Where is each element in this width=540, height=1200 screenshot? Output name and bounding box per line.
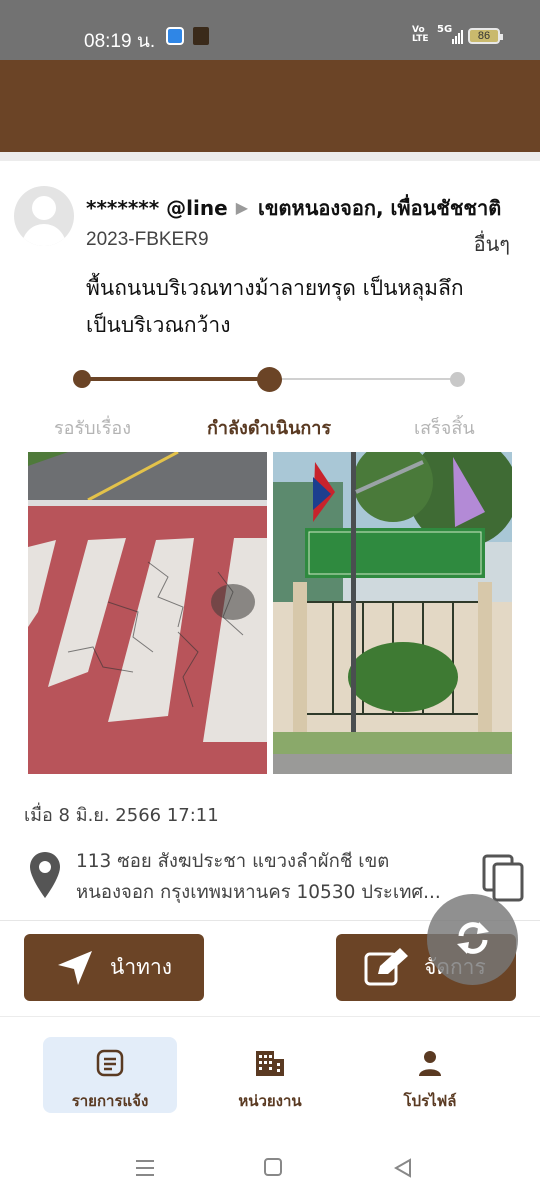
progress-line-done [82, 377, 269, 381]
step-dot-completed [450, 372, 465, 387]
app-notification-icon-2 [193, 27, 209, 45]
signal-bars-icon [452, 30, 464, 44]
app-header [0, 60, 540, 152]
description-line: พื้นถนนบริเวณทางม้าลายทรุด เป็นหลุมลึก [86, 276, 464, 300]
address-line: 113 ซอย สังฆประชา แขวงลำผักชี เขต [76, 851, 390, 872]
step-label-received: รอรับเรื่อง [54, 418, 131, 439]
tab-profile-label: โปรไฟล์ [403, 1092, 457, 1110]
building-icon [203, 1049, 337, 1079]
status-time: 08:19 น. [84, 31, 156, 52]
after-photo[interactable] [273, 452, 512, 774]
tab-profile[interactable]: โปรไฟล์ [363, 1037, 497, 1113]
step-label-completed: เสร็จสิ้น [414, 418, 475, 439]
tab-reports[interactable]: รายการแจ้ง [43, 1037, 177, 1113]
navigate-button-label: นำทาง [110, 955, 173, 979]
edit-icon [364, 947, 410, 988]
status-bar: 08:19 น. Vo LTE 5G 86 [0, 0, 540, 60]
step-dot-received [73, 370, 91, 388]
address-line: หนองจอก กรุงเทพมหานคร 10530 ประเทศ... [76, 882, 441, 903]
report-description: พื้นถนนบริเวณทางม้าลายทรุด เป็นหลุมลึก เ… [86, 270, 516, 344]
refresh-icon [453, 918, 493, 962]
home-icon[interactable] [264, 1158, 282, 1176]
back-icon[interactable] [393, 1158, 412, 1182]
navigate-button[interactable]: นำทาง [24, 934, 204, 1001]
report-location: เขตหนองจอก, เพื่อนชัชชาติ [258, 196, 502, 220]
progress-line-pending [269, 378, 457, 380]
navigation-arrow-icon [56, 949, 94, 987]
step-dot-in-progress [257, 367, 282, 392]
tab-agencies-label: หน่วยงาน [238, 1092, 302, 1110]
volte-label: Vo LTE [412, 25, 429, 44]
system-nav-bar [0, 1130, 540, 1200]
person-icon [363, 1049, 497, 1079]
signal-label: 5G [437, 24, 453, 35]
report-category: อื่นๆ [473, 232, 510, 256]
reporter-avatar [14, 186, 74, 246]
recent-apps-icon[interactable] [136, 1160, 154, 1181]
report-address: 113 ซอย สังฆประชา แขวงลำผักชี เขต หนองจอ… [76, 846, 466, 908]
app-notification-icon [166, 27, 184, 45]
reporter-line: ******* @line ▶ เขตหนองจอก, เพื่อนชัชชาติ [86, 192, 540, 224]
tab-agencies[interactable]: หน่วยงาน [203, 1037, 337, 1113]
tab-reports-label: รายการแจ้ง [71, 1092, 149, 1110]
report-date: เมื่อ 8 มิ.ย. 2566 17:11 [24, 805, 219, 826]
location-pin-icon [30, 852, 60, 902]
bottom-tab-bar: รายการแจ้ง หน่วยงาน โปรไฟล์ [0, 1017, 540, 1130]
ticket-id: 2023-FBKER9 [86, 229, 209, 250]
progress-stepper [0, 360, 540, 400]
refresh-fab[interactable] [427, 894, 518, 985]
list-icon [43, 1049, 177, 1079]
before-photo[interactable] [28, 452, 267, 774]
header-separator [0, 152, 540, 161]
description-line: เป็นบริเวณกว้าง [86, 313, 231, 337]
caret-right-icon: ▶ [235, 198, 249, 217]
step-label-in-progress: กำลังดำเนินการ [207, 418, 332, 439]
battery-icon: 86 [468, 28, 503, 44]
reporter-name: ******* @line [86, 196, 228, 220]
